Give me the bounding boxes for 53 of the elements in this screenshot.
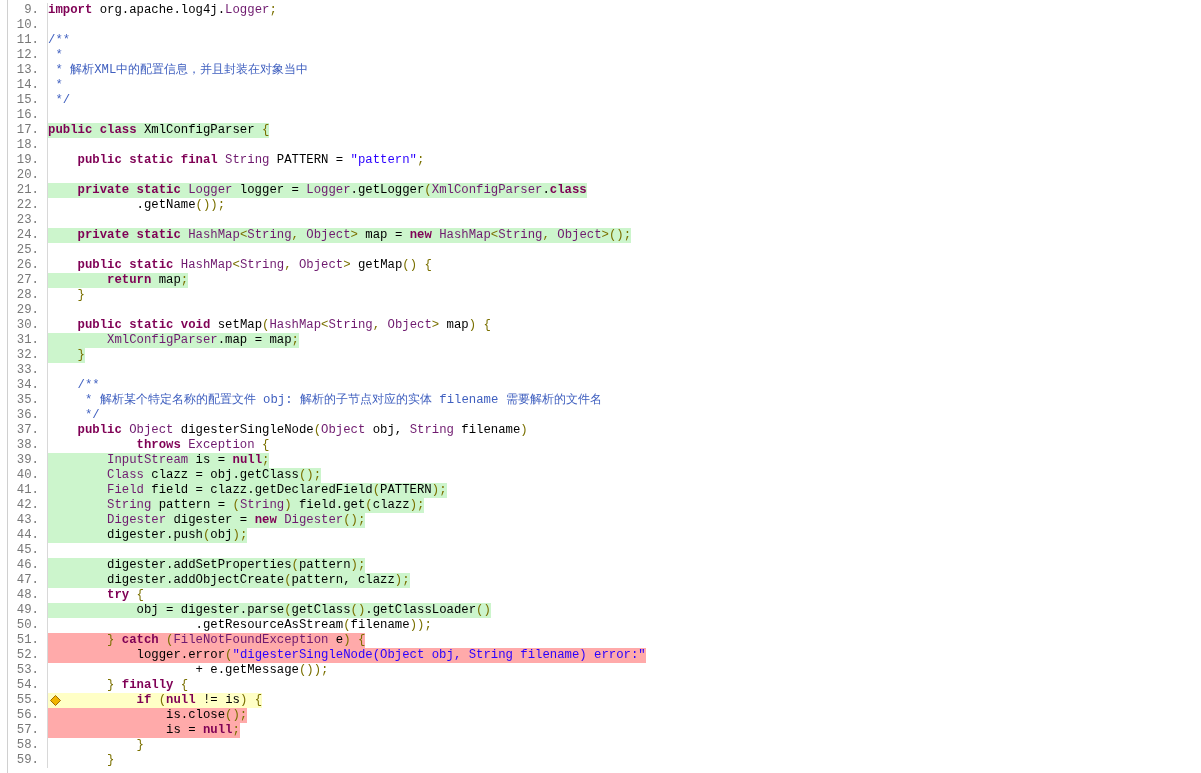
code-line: /** bbox=[76, 378, 100, 393]
code-line: + e.getMessage()); bbox=[194, 663, 329, 678]
line-number: 33. bbox=[8, 363, 48, 378]
code-line: * bbox=[54, 48, 63, 63]
code-line: try { bbox=[106, 588, 144, 603]
code-line: .getResourceAsStream(filename)); bbox=[194, 618, 432, 633]
line-number: 14. bbox=[8, 78, 48, 93]
code-line: throws Exception { bbox=[135, 438, 270, 453]
code-line: } finally { bbox=[106, 678, 189, 693]
line-number: 38. bbox=[8, 438, 48, 453]
code-line: import org.apache.log4j.Logger; bbox=[48, 3, 277, 18]
code-line: public static HashMap<String, Object> getMap() { bbox=[76, 258, 432, 273]
line-number: 22. bbox=[8, 198, 48, 213]
line-number: 37. bbox=[8, 423, 48, 438]
code-line: * 解析某个特定名称的配置文件 obj: 解析的子节点对应的实体 filename 需要解析的文件名 bbox=[83, 393, 602, 408]
line-number: 30. bbox=[8, 318, 48, 333]
line-number: 25. bbox=[8, 243, 48, 258]
line-number: 20. bbox=[8, 168, 48, 183]
line-number: 10. bbox=[8, 18, 48, 33]
code-line: } bbox=[106, 753, 115, 768]
line-number: 12. bbox=[8, 48, 48, 63]
line-number: 58. bbox=[8, 738, 48, 753]
line-number: 11. bbox=[8, 33, 48, 48]
line-number: 13. bbox=[8, 63, 48, 78]
line-number: 34. bbox=[8, 378, 48, 393]
code-line: public static void setMap(HashMap<String, Object> map) { bbox=[76, 318, 491, 333]
line-number: 19. bbox=[8, 153, 48, 168]
code-line: */ bbox=[54, 93, 71, 108]
line-number: 26. bbox=[8, 258, 48, 273]
line-number: 53. bbox=[8, 663, 48, 678]
line-number: 15. bbox=[8, 93, 48, 108]
code-line: * bbox=[54, 78, 63, 93]
code-line: .getName()); bbox=[135, 198, 226, 213]
code-line: } bbox=[76, 288, 85, 303]
line-number: 50. bbox=[8, 618, 48, 633]
line-number: 28. bbox=[8, 288, 48, 303]
code-line: */ bbox=[83, 408, 100, 423]
line-number: 16. bbox=[8, 108, 48, 123]
line-number: 9. bbox=[8, 3, 48, 18]
line-number: 23. bbox=[8, 213, 48, 228]
line-number: 29. bbox=[8, 303, 48, 318]
code-line: } bbox=[135, 738, 144, 753]
line-number: 36. bbox=[8, 408, 48, 423]
code-line: public static final String PATTERN = "pattern"; bbox=[76, 153, 425, 168]
line-number: 45. bbox=[8, 543, 48, 558]
line-number: 18. bbox=[8, 138, 48, 153]
line-number: 54. bbox=[8, 678, 48, 693]
line-number: 59. bbox=[8, 753, 48, 768]
line-number: 35. bbox=[8, 393, 48, 408]
line-number: 48. bbox=[8, 588, 48, 603]
code-line: * 解析XML中的配置信息，并且封装在对象当中 bbox=[54, 63, 309, 78]
code-line: /** bbox=[48, 33, 71, 48]
code-line: public Object digesterSingleNode(Object obj, String filename) bbox=[76, 423, 528, 438]
